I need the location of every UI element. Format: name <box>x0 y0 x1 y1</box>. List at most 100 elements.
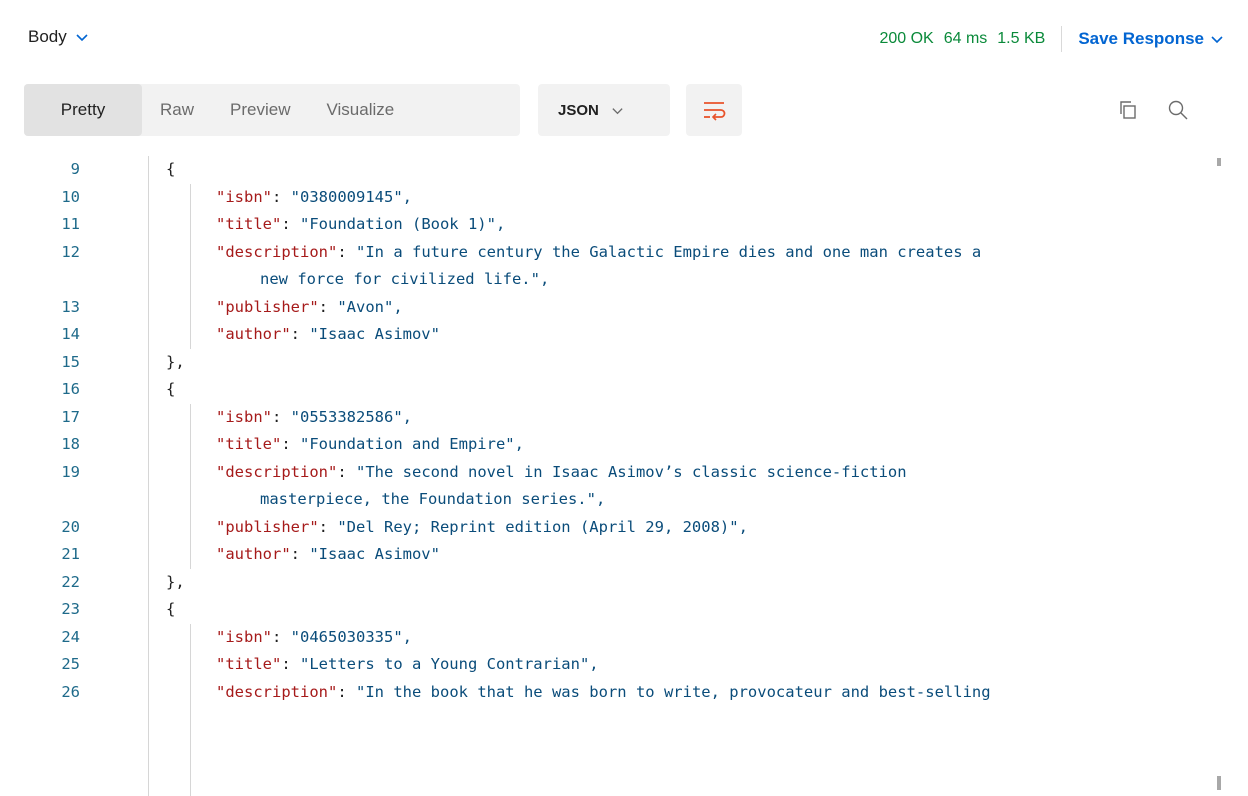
vertical-scrollbar[interactable] <box>1214 156 1224 796</box>
json-colon: : <box>337 242 356 261</box>
json-value: "0380009145", <box>290 187 412 206</box>
tab-preview[interactable]: Preview <box>212 84 308 136</box>
chevron-down-icon <box>612 107 623 114</box>
json-key: "publisher" <box>216 297 319 316</box>
json-key: "publisher" <box>216 517 319 536</box>
tab-visualize[interactable]: Visualize <box>308 84 412 136</box>
json-value: "In the book that he was born to write, … <box>356 682 991 701</box>
json-property: "author": "Isaac Asimov" <box>216 541 440 569</box>
code-line: 11 "title": "Foundation (Book 1)", <box>24 211 1214 239</box>
json-key: "description" <box>216 462 338 481</box>
json-property: "description": "In a future century the … <box>216 239 981 267</box>
status-code[interactable]: 200 OK <box>879 30 933 48</box>
code-line: 21 "author": "Isaac Asimov" <box>24 541 1214 569</box>
json-colon: : <box>337 682 356 701</box>
json-colon: : <box>281 215 300 233</box>
code-line: new force for civilized life.", <box>24 266 1214 294</box>
line-number: 12 <box>61 242 80 261</box>
json-key: "isbn" <box>216 187 272 206</box>
divider <box>1061 26 1063 52</box>
wrap-lines-icon <box>704 102 726 121</box>
json-value-continuation: new force for civilized life.", <box>260 266 549 294</box>
json-brace: { <box>166 380 176 398</box>
json-value: "In a future century the Galactic Empire… <box>356 242 982 261</box>
json-property: "title": "Foundation and Empire", <box>216 431 524 459</box>
code-line: 17 "isbn": "0553382586", <box>24 404 1214 432</box>
response-toolbar: Pretty Raw Preview Visualize JSON <box>24 84 1234 136</box>
response-body-editor[interactable]: 9{10 "isbn": "0380009145", 11 "title": "Fou… <box>24 156 1224 796</box>
json-value-continuation: masterpiece, the Foundation series.", <box>260 486 605 514</box>
code-line: 16 { <box>24 376 1214 404</box>
json-colon: : <box>272 627 291 646</box>
json-value: "Foundation (Book 1)", <box>300 215 506 233</box>
json-value: "Del Rey; Reprint edition (April 29, 200… <box>337 517 748 536</box>
response-time[interactable]: 64 ms <box>944 30 988 48</box>
code-line: 24 "isbn": "0465030335", <box>24 624 1214 652</box>
json-property: "description": "In the book that he was … <box>216 679 991 707</box>
format-label: JSON <box>558 101 599 119</box>
tab-raw[interactable]: Raw <box>142 84 212 136</box>
chevron-down-icon <box>76 34 88 42</box>
line-number: 15 <box>61 352 80 371</box>
code-line: 22}, <box>24 569 1214 597</box>
json-key: "isbn" <box>216 407 272 426</box>
body-dropdown[interactable]: Body <box>28 27 89 47</box>
response-size[interactable]: 1.5 KB <box>997 30 1045 48</box>
format-dropdown[interactable]: JSON <box>538 84 670 136</box>
search-icon <box>1168 100 1188 120</box>
copy-button[interactable] <box>1114 96 1142 124</box>
wrap-lines-button[interactable] <box>686 84 742 136</box>
tab-pretty[interactable]: Pretty <box>24 84 142 136</box>
line-number: 17 <box>61 407 80 426</box>
scrollbar-thumb[interactable] <box>1217 158 1221 166</box>
code-line: 12 "description": "In a future century th… <box>24 239 1214 267</box>
json-key: "description" <box>216 242 338 261</box>
line-number: 25 <box>61 655 80 673</box>
body-label: Body <box>28 27 67 46</box>
json-key: "isbn" <box>216 627 272 646</box>
json-property: "title": "Foundation (Book 1)", <box>216 211 505 239</box>
json-key: "author" <box>216 325 291 343</box>
line-number: 18 <box>61 435 80 453</box>
json-colon: : <box>290 325 310 343</box>
code-line: 9{ <box>24 156 1214 184</box>
json-value: "Foundation and Empire", <box>300 435 524 453</box>
response-header: Body 200 OK 64 ms 1.5 KB Save Response <box>0 0 1248 78</box>
search-button[interactable] <box>1164 96 1192 124</box>
code-lines: 9{10 "isbn": "0380009145", 11 "title": "Fou… <box>24 156 1214 706</box>
line-number: 9 <box>70 160 80 178</box>
json-colon: : <box>272 407 291 426</box>
code-line: 15}, <box>24 349 1214 377</box>
line-number: 20 <box>61 517 80 536</box>
line-number: 21 <box>61 545 80 563</box>
line-number: 19 <box>61 462 80 481</box>
save-response-button[interactable]: Save Response <box>1078 29 1224 49</box>
json-value: "The second novel in Isaac Asimov’s clas… <box>356 462 907 481</box>
code-line: 18 "title": "Foundation and Empire", <box>24 431 1214 459</box>
code-line: 10 "isbn": "0380009145", <box>24 184 1214 212</box>
json-property: "title": "Letters to a Young Contrarian"… <box>216 651 599 679</box>
json-value: "0465030335", <box>290 627 412 646</box>
copy-icon <box>1120 101 1136 119</box>
scrollbar-marker <box>1217 776 1221 790</box>
line-number: 23 <box>61 600 80 618</box>
line-number: 26 <box>61 682 80 701</box>
code-line: 26 "description": "In the book that he wa… <box>24 679 1214 707</box>
json-property: "isbn": "0380009145", <box>216 184 412 212</box>
line-number: 10 <box>61 187 80 206</box>
json-value: "Isaac Asimov" <box>309 545 440 563</box>
line-number: 22 <box>61 572 80 591</box>
json-value: "Avon", <box>337 297 403 316</box>
json-colon: : <box>281 435 300 453</box>
response-meta: 200 OK 64 ms 1.5 KB Save Response <box>879 26 1248 52</box>
line-number: 24 <box>61 627 80 646</box>
code-line: 13 "publisher": "Avon", <box>24 294 1214 322</box>
json-value: masterpiece, the Foundation series.", <box>260 490 606 508</box>
json-property: "author": "Isaac Asimov" <box>216 321 440 349</box>
json-colon: : <box>272 187 291 206</box>
json-property: "isbn": "0553382586", <box>216 404 412 432</box>
json-brace: { <box>166 160 176 178</box>
json-key: "title" <box>216 655 282 673</box>
json-property: "publisher": "Del Rey; Reprint edition (… <box>216 514 748 542</box>
json-value: new force for civilized life.", <box>260 270 550 288</box>
